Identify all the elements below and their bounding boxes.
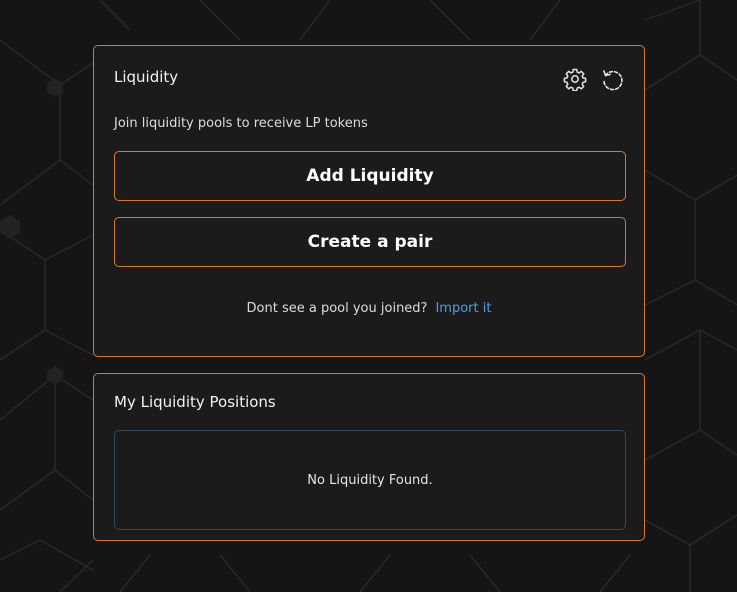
empty-positions-box: No Liquidity Found. (114, 430, 626, 530)
no-liquidity-message: No Liquidity Found. (307, 472, 433, 488)
import-it-link[interactable]: Import it (435, 301, 491, 316)
liquidity-card: Liquidity Join liquidity pools to receiv… (93, 45, 645, 357)
add-liquidity-button[interactable]: Add Liquidity (114, 151, 626, 201)
gear-icon (563, 68, 587, 91)
create-pair-button[interactable]: Create a pair (114, 217, 626, 267)
history-button[interactable] (600, 66, 626, 92)
positions-title: My Liquidity Positions (114, 393, 276, 411)
import-pool-prompt: Dont see a pool you joined? Import it (94, 301, 644, 316)
liquidity-title: Liquidity (114, 68, 179, 86)
settings-button[interactable] (562, 66, 588, 92)
header-icons (562, 66, 626, 92)
import-prompt-text: Dont see a pool you joined? (246, 301, 428, 316)
history-icon (603, 70, 623, 91)
positions-card: My Liquidity Positions No Liquidity Foun… (93, 373, 645, 541)
liquidity-subtitle: Join liquidity pools to receive LP token… (114, 116, 368, 131)
